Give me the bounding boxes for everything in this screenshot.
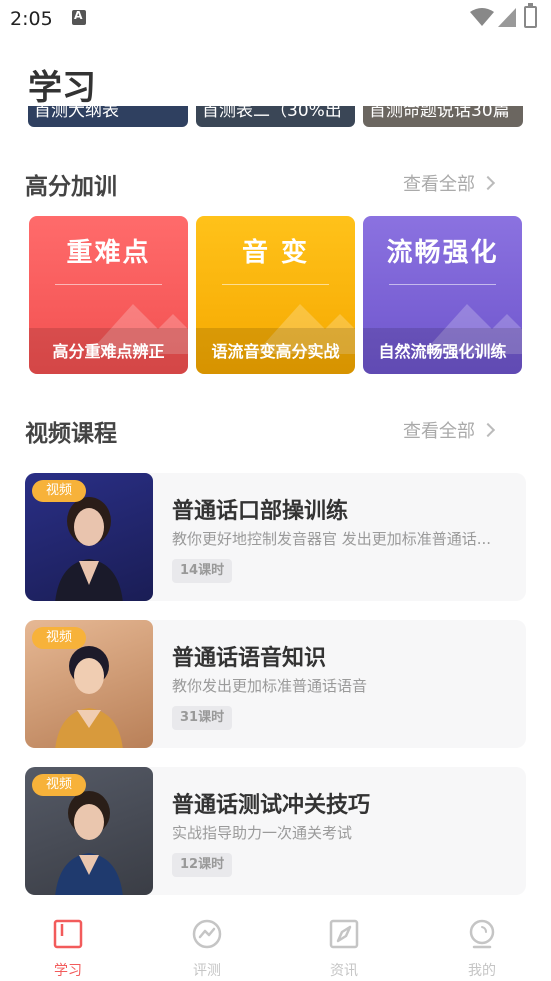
tab-news[interactable]: 资讯 [304, 918, 384, 980]
tab-label: 学习 [54, 963, 82, 979]
section-title: 高分加训 [25, 174, 117, 200]
view-all-label: 查看全部 [403, 174, 475, 195]
presenter-portrait [55, 646, 123, 748]
training-card-subtitle: 语流音变高分实战 [211, 342, 340, 361]
chevron-right-icon [480, 175, 496, 191]
top-card-label: 首测表二（30%出 [202, 106, 342, 121]
video-courses-header: 视频课程 查看全部 [25, 414, 496, 447]
course-thumbnail: 视频 [25, 767, 153, 895]
view-all-link[interactable]: 查看全部 [403, 417, 496, 443]
top-card-label: 首测命题说话30篇 [369, 106, 510, 121]
top-card[interactable]: 首测表二（30%出 [196, 106, 355, 127]
training-card-title: 重难点 [66, 238, 151, 268]
course-card[interactable]: 视频 普通话测试冲关技巧 实战指导助力一次通关考试 12课时 [25, 767, 526, 895]
video-badge: 视频 [32, 480, 86, 502]
course-title: 普通话口部操训练 [172, 499, 349, 524]
course-thumbnail: 视频 [25, 473, 153, 601]
training-card-tone-change[interactable]: 音 变 语流音变高分实战 [196, 216, 355, 374]
person-icon [469, 919, 495, 949]
top-card-strip: 首测大纲表 首测表二（30%出 首测命题说话30篇 [28, 106, 524, 128]
course-card[interactable]: 视频 普通话口部操训练 教你更好地控制发音器官 发出更加标准普通话... 14课… [25, 473, 526, 601]
book-icon [53, 919, 83, 949]
presenter-portrait [55, 497, 123, 601]
tab-evaluate[interactable]: 评测 [167, 918, 247, 980]
course-title: 普通话语音知识 [172, 646, 327, 671]
view-all-link[interactable]: 查看全部 [403, 170, 496, 196]
course-description: 实战指导助力一次通关考试 [172, 824, 353, 842]
compass-icon [329, 919, 359, 949]
lesson-count-badge: 12课时 [172, 853, 233, 877]
tab-study[interactable]: 学习 [28, 918, 108, 980]
course-description: 教你发出更加标准普通话语音 [172, 677, 368, 695]
signal-icon [498, 8, 516, 27]
course-card[interactable]: 视频 普通话语音知识 教你发出更加标准普通话语音 31课时 [25, 620, 526, 748]
top-card[interactable]: 首测命题说话30篇 [363, 106, 523, 127]
page-title: 学习 [28, 68, 96, 108]
section-title: 视频课程 [25, 421, 117, 447]
battery-icon [524, 3, 537, 28]
video-badge: 视频 [32, 627, 86, 649]
chevron-right-icon [480, 422, 496, 438]
tab-label: 我的 [468, 963, 496, 979]
lesson-count-badge: 14课时 [172, 559, 233, 583]
notification-icon [72, 9, 86, 25]
course-title: 普通话测试冲关技巧 [172, 793, 371, 818]
status-bar: 2:05 [0, 0, 551, 38]
bottom-tab-bar: 学习 评测 资讯 我的 [0, 912, 551, 981]
lesson-count-badge: 31课时 [172, 706, 233, 730]
training-card-title: 音 变 [241, 238, 310, 268]
course-thumbnail: 视频 [25, 620, 153, 748]
training-card-fluency[interactable]: 流畅强化 自然流畅强化训练 [363, 216, 522, 374]
tab-mine[interactable]: 我的 [442, 918, 522, 980]
high-score-header: 高分加训 查看全部 [25, 167, 496, 200]
top-card[interactable]: 首测大纲表 [28, 106, 188, 127]
tab-label: 评测 [193, 963, 221, 979]
status-time: 2:05 [10, 8, 53, 30]
training-card-subtitle: 高分重难点辨正 [52, 342, 165, 361]
course-description: 教你更好地控制发音器官 发出更加标准普通话... [172, 530, 492, 548]
chart-circle-icon [192, 919, 222, 949]
training-card-title: 流畅强化 [386, 238, 499, 268]
presenter-portrait [55, 791, 123, 895]
tab-label: 资讯 [330, 963, 358, 979]
training-card-subtitle: 自然流畅强化训练 [378, 342, 507, 361]
wifi-icon [470, 8, 494, 26]
training-card-difficult[interactable]: 重难点 高分重难点辨正 [29, 216, 188, 374]
view-all-label: 查看全部 [403, 421, 475, 442]
video-badge: 视频 [32, 774, 86, 796]
